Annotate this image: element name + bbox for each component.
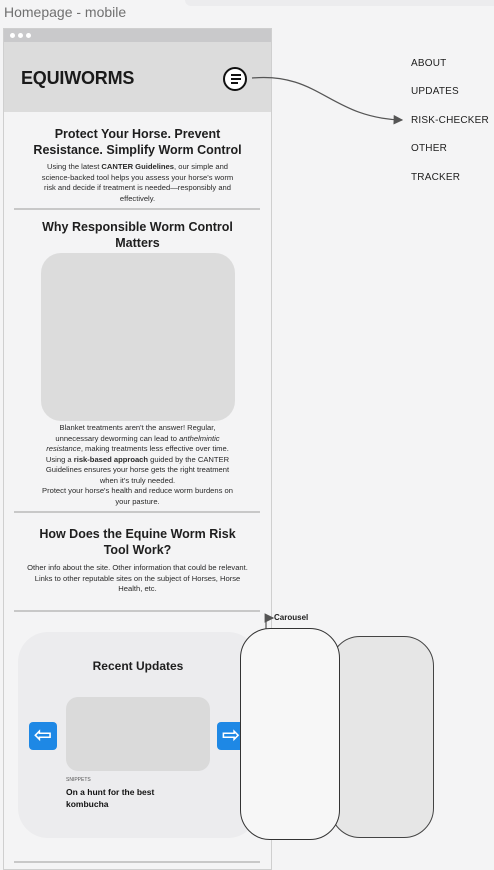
why-section: Why Responsible Worm Control Matters: [4, 219, 271, 251]
why-text: Using a: [45, 454, 74, 464]
menu-line: [231, 82, 238, 84]
canter-guidelines-text: CANTER Guidelines: [101, 162, 174, 171]
why-paragraph: Using a risk-based approach guided by th…: [38, 455, 238, 487]
why-title-line: Matters: [115, 236, 160, 250]
hero-body-text: Using the latest: [46, 162, 102, 171]
how-title: How Does the Equine Worm Risk Tool Work?: [4, 526, 271, 558]
nav-item-other[interactable]: OTHER: [411, 143, 447, 154]
image-placeholder: [41, 253, 235, 421]
nav-item-risk-checker[interactable]: RISK-CHECKER: [411, 115, 489, 126]
how-body: Other info about the site. Other informa…: [27, 563, 248, 593]
nav-item-about[interactable]: ABOUT: [411, 58, 446, 69]
section-divider: [14, 861, 260, 863]
recent-updates-title: Recent Updates: [92, 659, 184, 673]
app-header: EQUIWORMS: [4, 42, 271, 112]
hero-title-line: Resistance. Simplify Worm Control: [33, 143, 242, 157]
menu-line: [231, 74, 241, 76]
top-strip: [185, 0, 494, 6]
section-divider: [14, 511, 260, 513]
hero-section: Protect Your Horse. Prevent Resistance. …: [4, 126, 271, 204]
menu-line: [231, 78, 241, 80]
recent-updates-card: Recent Updates ⇦ ⇨ SNIPPETS On a hunt fo…: [18, 632, 258, 838]
window-dot: [18, 33, 23, 38]
carousel-card-back: [330, 636, 434, 838]
brand-logo[interactable]: EQUIWORMS: [21, 68, 134, 89]
post-category: SNIPPETS: [66, 777, 91, 783]
window-dot: [26, 33, 31, 38]
why-title-line: Why Responsible Worm Control: [42, 220, 233, 234]
carousel-label: Carousel: [274, 613, 309, 622]
window-dot: [10, 33, 15, 38]
why-body: Blanket treatments aren't the answer! Re…: [4, 423, 271, 507]
why-paragraph: Blanket treatments aren't the answer! Re…: [38, 423, 238, 455]
menu-flow-arrow: [251, 76, 404, 125]
why-title: Why Responsible Worm Control Matters: [4, 219, 271, 251]
risk-based-approach-text: risk-based approach: [73, 454, 149, 464]
why-paragraph: Protect your horse's health and reduce w…: [42, 486, 233, 506]
section-divider: [14, 610, 260, 612]
hero-title-line: Protect Your Horse. Prevent: [54, 127, 221, 141]
arrow-left-icon[interactable]: ⇦: [29, 722, 57, 750]
carousel-card-front: [240, 628, 340, 840]
post-title[interactable]: On a hunt for the best kombucha: [66, 786, 186, 810]
frame-title: Homepage - mobile: [4, 4, 127, 20]
nav-item-updates[interactable]: UPDATES: [411, 86, 459, 97]
why-text: , making treatments less effective over …: [80, 444, 229, 453]
hero-body: Using the latest CANTER Guidelines, our …: [40, 162, 235, 204]
hero-title: Protect Your Horse. Prevent Resistance. …: [4, 126, 271, 158]
hamburger-menu-button[interactable]: [223, 67, 247, 91]
section-divider: [14, 208, 260, 210]
phone-frame: EQUIWORMS Protect Your Horse. Prevent Re…: [3, 28, 272, 870]
how-title-line: How Does the Equine Worm Risk: [39, 527, 236, 541]
how-title-line: Tool Work?: [103, 543, 172, 557]
window-bar: [4, 29, 271, 42]
how-section: How Does the Equine Worm Risk Tool Work?…: [4, 526, 271, 595]
nav-item-tracker[interactable]: TRACKER: [411, 172, 460, 183]
carousel-image-placeholder[interactable]: [66, 697, 210, 771]
